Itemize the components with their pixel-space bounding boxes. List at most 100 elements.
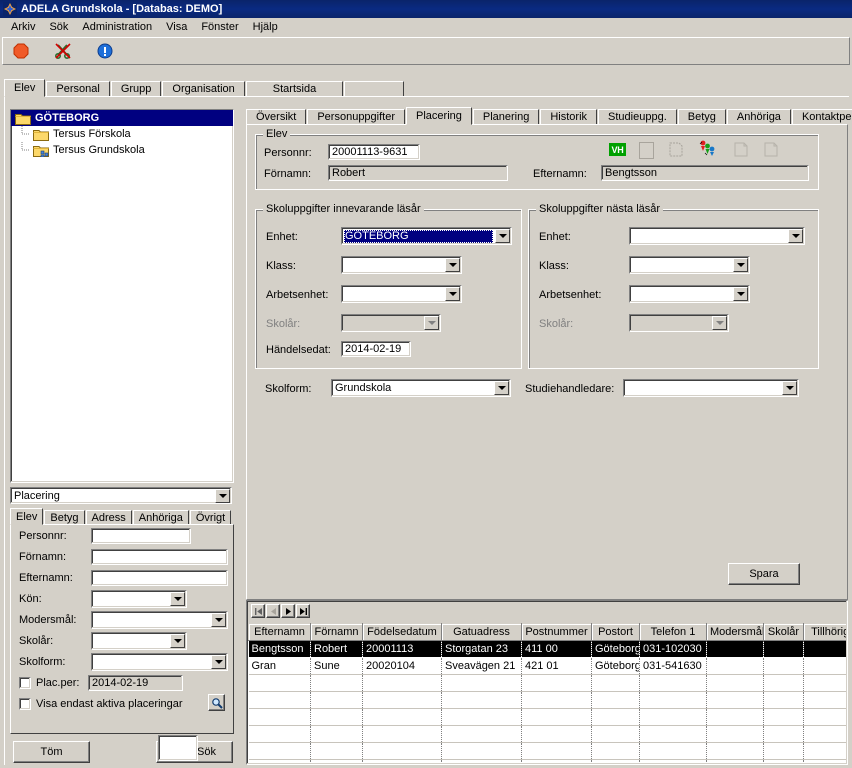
chevron-down-icon[interactable] (494, 381, 509, 395)
organisation-tree[interactable]: GÖTEBORG Tersus Förskola Tersus Grundsko… (10, 109, 234, 483)
table-cell-9[interactable] (803, 674, 846, 692)
table-cell-4[interactable] (521, 674, 592, 692)
table-cell-2[interactable] (362, 725, 442, 743)
table-cell-4[interactable] (521, 759, 592, 763)
table-cell-6[interactable] (639, 742, 707, 760)
arbetsenhet-combo[interactable] (341, 285, 462, 303)
table-cell-2[interactable] (362, 674, 442, 692)
table-cell-6[interactable] (639, 691, 707, 709)
tree-node-tersus-grundskola[interactable]: Tersus Grundskola (11, 142, 233, 158)
rtab-betyg[interactable]: Betyg (677, 109, 726, 125)
vh-badge-icon[interactable]: VH (609, 143, 626, 156)
table-cell-3[interactable] (441, 742, 522, 760)
tab-grupp[interactable]: Grupp (110, 81, 162, 97)
tab-startsida[interactable]: Startsida (245, 81, 344, 97)
people-icon[interactable] (699, 140, 716, 160)
table-cell-2[interactable]: 20001113 (362, 640, 442, 658)
table-cell-1[interactable] (310, 674, 363, 692)
table-cell-7[interactable] (706, 725, 764, 743)
chevron-down-icon[interactable] (170, 591, 185, 606)
table-cell-5[interactable] (591, 742, 640, 760)
menu-fonster[interactable]: Fönster (194, 19, 245, 36)
table-cell-3[interactable]: Storgatan 23 (441, 640, 522, 658)
menu-arkiv[interactable]: Arkiv (4, 19, 42, 36)
table-cell-3[interactable] (441, 759, 522, 763)
rtab-placering[interactable]: Placering (406, 107, 472, 125)
table-cell-9[interactable] (803, 708, 846, 726)
search-modersmal-combo[interactable] (91, 610, 228, 629)
table-cell-9[interactable] (803, 640, 846, 658)
table-cell-2[interactable] (362, 691, 442, 709)
table-cell-7[interactable] (706, 708, 764, 726)
table-header-cell-1[interactable]: Förnamn (310, 623, 363, 641)
table-header-cell-3[interactable]: Gatuadress (441, 623, 522, 641)
table-row[interactable] (248, 725, 846, 743)
table-cell-6[interactable] (639, 725, 707, 743)
chevron-down-icon[interactable] (215, 489, 230, 503)
menu-administration[interactable]: Administration (75, 19, 159, 36)
search-efternamn-input[interactable] (91, 569, 228, 586)
table-cell-1[interactable]: Sune (310, 657, 363, 675)
searchtab-adress[interactable]: Adress (85, 510, 132, 525)
cut-disabled-icon[interactable] (53, 41, 73, 61)
note-torn-icon[interactable] (669, 142, 683, 160)
stop-icon[interactable] (11, 41, 31, 61)
search-mode-combo[interactable]: Placering (10, 487, 232, 504)
search-skolform-combo[interactable] (91, 652, 228, 671)
table-cell-1[interactable] (310, 742, 363, 760)
table-cell-8[interactable] (763, 708, 804, 726)
rtab-historik[interactable]: Historik (540, 109, 598, 125)
table-cell-4[interactable] (521, 742, 592, 760)
table-header-cell-0[interactable]: Efternamn (248, 623, 311, 641)
skolform-combo[interactable]: Grundskola (331, 379, 511, 397)
next-enhet-combo[interactable] (629, 227, 805, 245)
chevron-down-icon[interactable] (733, 258, 748, 272)
info-icon[interactable] (95, 41, 115, 61)
table-header-cell-2[interactable]: Födelsedatum (362, 623, 442, 641)
table-header-cell-6[interactable]: Telefon 1 (639, 623, 707, 641)
table-cell-0[interactable] (248, 725, 311, 743)
table-cell-4[interactable]: 421 01 (521, 657, 592, 675)
table-cell-2[interactable] (362, 759, 442, 763)
tab-organisation[interactable]: Organisation (162, 81, 245, 97)
table-cell-7[interactable] (706, 691, 764, 709)
table-cell-8[interactable] (763, 691, 804, 709)
table-row[interactable] (248, 674, 846, 692)
table-cell-1[interactable] (310, 759, 363, 763)
table-header-cell-5[interactable]: Postort (591, 623, 640, 641)
nav-last-button[interactable] (296, 604, 310, 618)
active-only-checkbox[interactable] (19, 697, 31, 710)
rtab-planering[interactable]: Planering (472, 109, 540, 125)
table-cell-9[interactable] (803, 725, 846, 743)
table-cell-5[interactable] (591, 725, 640, 743)
table-cell-7[interactable] (706, 674, 764, 692)
table-cell-7[interactable] (706, 759, 764, 763)
table-cell-3[interactable] (441, 708, 522, 726)
plac-per-checkbox[interactable] (19, 676, 31, 689)
table-cell-2[interactable] (362, 742, 442, 760)
tree-node-goteborg[interactable]: GÖTEBORG (11, 110, 233, 126)
table-cell-8[interactable] (763, 640, 804, 658)
rtab-studieuppg[interactable]: Studieuppg. (598, 109, 677, 125)
table-row[interactable]: Bengtsson Robert 20001113 Storgatan 23 411 0… (248, 640, 846, 658)
table-cell-9[interactable] (803, 691, 846, 709)
table-header-cell-4[interactable]: Postnummer (521, 623, 592, 641)
table-cell-8[interactable] (763, 742, 804, 760)
table-header-cell-9[interactable]: Tillhörighet förk (803, 623, 846, 641)
searchtab-anhoriga[interactable]: Anhöriga (132, 510, 189, 525)
search-overlay-input[interactable] (158, 735, 198, 761)
note-dim2-icon[interactable] (764, 142, 778, 160)
chevron-down-icon[interactable] (445, 287, 460, 301)
tab-elev[interactable]: Elev (4, 79, 46, 97)
chevron-down-icon[interactable] (733, 287, 748, 301)
table-row[interactable] (248, 691, 846, 709)
table-cell-3[interactable] (441, 691, 522, 709)
chevron-down-icon[interactable] (788, 229, 803, 243)
table-cell-3[interactable]: Sveavägen 21 (441, 657, 522, 675)
table-cell-5[interactable]: Göteborg (591, 640, 640, 658)
rtab-oversikt[interactable]: Översikt (246, 109, 307, 125)
magnifier-icon[interactable] (208, 694, 225, 711)
table-row[interactable]: Gran Sune 20020104 Sveavägen 21 421 01 Götebo… (248, 657, 846, 675)
table-cell-8[interactable] (763, 759, 804, 763)
table-cell-0[interactable] (248, 742, 311, 760)
